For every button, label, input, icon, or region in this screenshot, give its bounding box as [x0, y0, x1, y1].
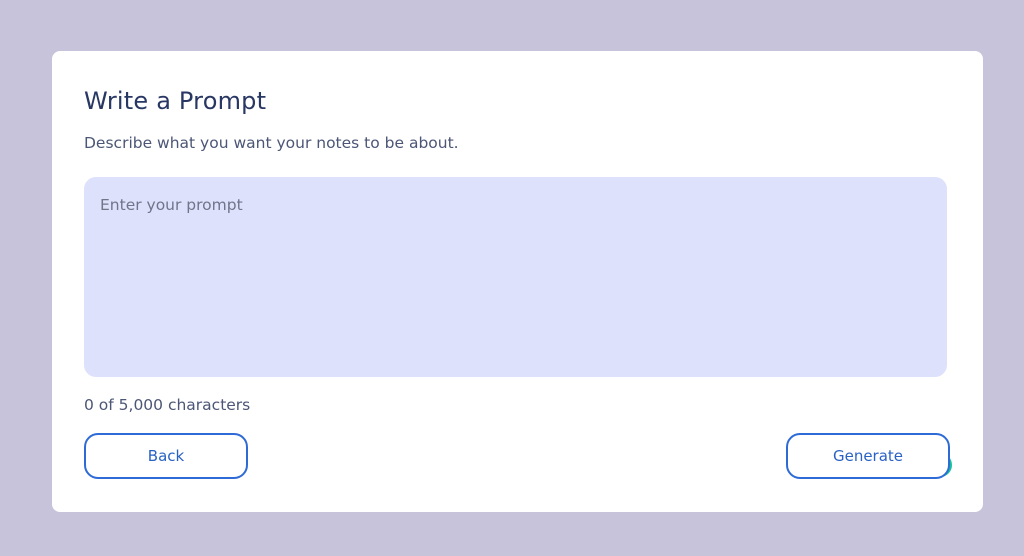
- page-subtitle: Describe what you want your notes to be …: [84, 134, 459, 152]
- page-title: Write a Prompt: [84, 87, 267, 115]
- prompt-input[interactable]: [84, 177, 947, 377]
- back-button[interactable]: Back: [84, 433, 248, 479]
- prompt-card: Write a Prompt Describe what you want yo…: [52, 51, 983, 512]
- character-counter: 0 of 5,000 characters: [84, 396, 251, 414]
- generate-button[interactable]: Generate: [786, 433, 950, 479]
- prompt-input-container: [84, 177, 954, 479]
